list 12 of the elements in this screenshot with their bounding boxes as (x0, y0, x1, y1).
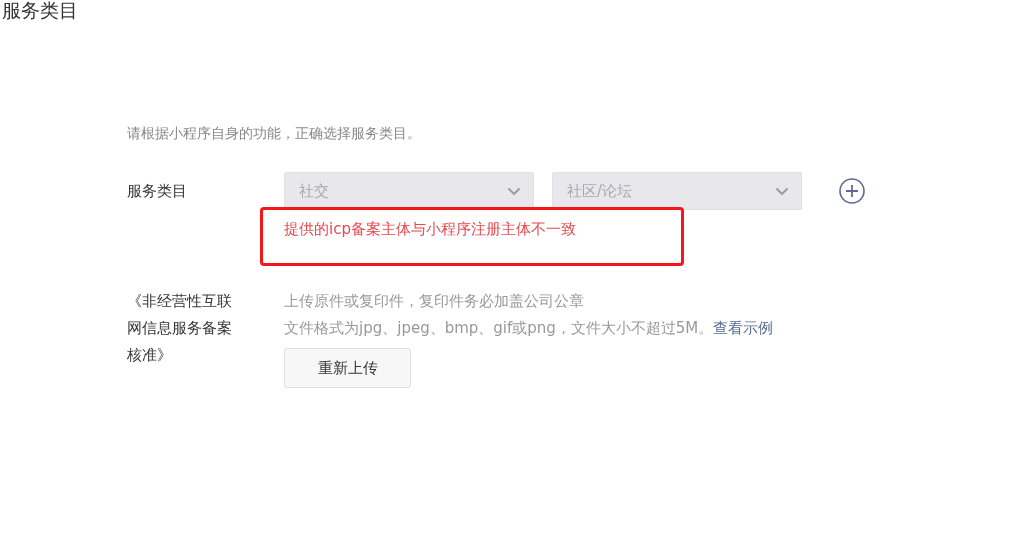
field-label: 服务类目 (127, 181, 188, 202)
field-label: 《非经营性互联网信息服务备案核准》 (127, 291, 233, 366)
view-example-link[interactable]: 查看示例 (713, 319, 774, 337)
page-heading: 服务类目 (2, 0, 78, 20)
chevron-down-icon (507, 186, 521, 196)
add-icon[interactable] (838, 177, 866, 205)
intro-text: 请根据小程序自身的功能，正确选择服务类目。 (127, 124, 422, 143)
format-hint: 文件格式为jpg、jpeg、bmp、gif或png，文件大小不超过5M。 (284, 319, 714, 337)
chevron-down-icon (775, 186, 789, 196)
error-message: 提供的icp备案主体与小程序注册主体不一致 (284, 219, 576, 240)
reupload-button[interactable]: 重新上传 (284, 348, 411, 388)
upload-hint: 上传原件或复印件，复印件务必加盖公司公章 (284, 291, 585, 312)
